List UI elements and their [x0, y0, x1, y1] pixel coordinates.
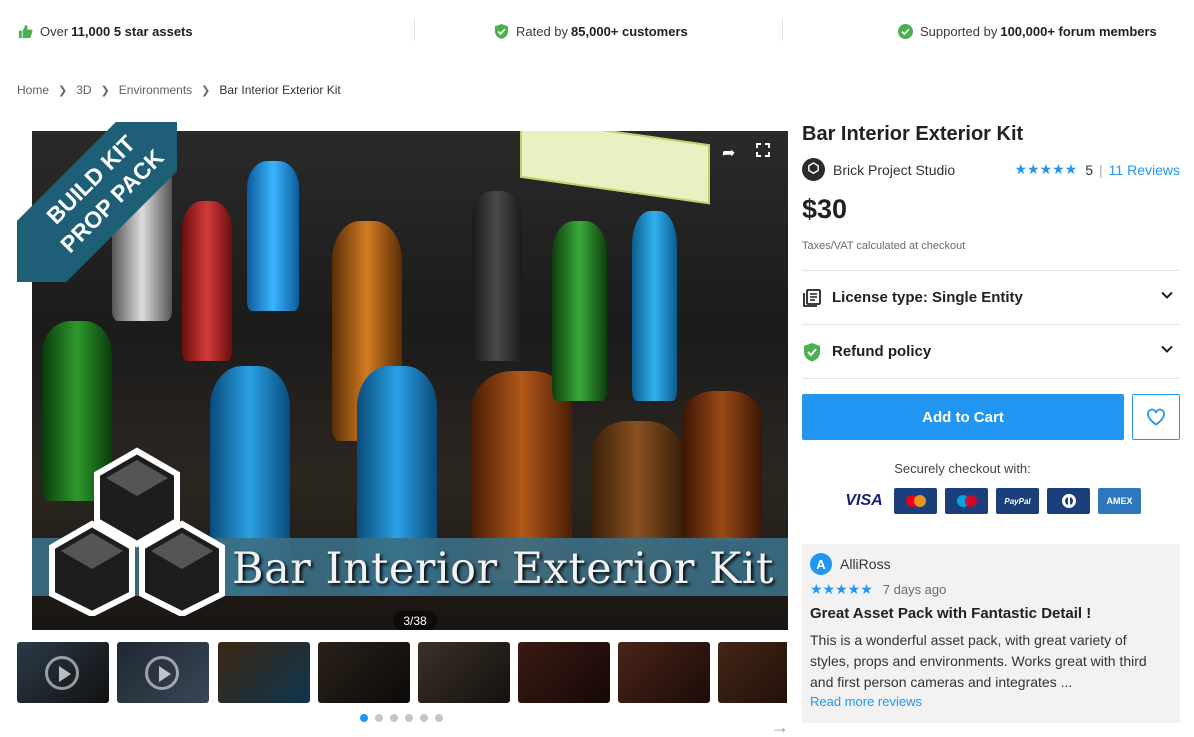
trust-prefix: Supported by [920, 23, 998, 39]
product-media-viewer[interactable]: Bar Interior Exterior Kit 3/38 ➦ BUILD K… [17, 122, 788, 632]
carousel-dot[interactable] [375, 714, 383, 722]
play-icon [145, 656, 179, 690]
rating-score: 5 [1085, 161, 1094, 178]
thumbnail-image[interactable] [318, 642, 410, 703]
fullscreen-icon[interactable] [756, 143, 770, 162]
publisher[interactable]: Brick Project Studio [802, 158, 955, 181]
diners-club-icon [1047, 488, 1090, 514]
breadcrumb-current: Bar Interior Exterior Kit [219, 83, 341, 97]
play-icon [45, 656, 79, 690]
read-more-reviews-link[interactable]: Read more reviews [810, 694, 922, 709]
tax-note: Taxes/VAT calculated at checkout [802, 240, 966, 252]
review-author: AlliRoss [840, 556, 891, 572]
ribbon-line2: PROP PACK [55, 144, 169, 258]
breadcrumb-environments[interactable]: Environments [119, 83, 192, 97]
shield-check-icon [494, 23, 509, 39]
trust-item-rated: Rated by 85,000+ customers [494, 22, 691, 40]
license-accordion[interactable]: License type: Single Entity [802, 270, 1180, 324]
trust-bar: Over 11,000 5 star assets Rated by 85,00… [0, 0, 1194, 62]
chevron-down-icon[interactable] [1160, 288, 1174, 302]
trust-item-supported: Supported by 100,000+ forum members [898, 22, 1160, 40]
chevron-down-icon[interactable] [1160, 342, 1174, 356]
divider: | [1099, 161, 1103, 178]
avatar: A [810, 553, 832, 575]
breadcrumb: Home ❯ 3D ❯ Environments ❯ Bar Interior … [17, 83, 341, 97]
bottle-graphic [247, 161, 299, 311]
carousel-dot[interactable] [360, 714, 368, 722]
bottle-graphic [182, 201, 232, 361]
price: $30 [802, 194, 848, 224]
wishlist-button[interactable] [1132, 394, 1180, 440]
chevron-right-icon: ❯ [100, 84, 110, 97]
image-counter: 3/38 [393, 611, 437, 630]
secure-checkout-label: Securely checkout with: [894, 461, 1031, 476]
thumbnail-image[interactable] [718, 642, 787, 703]
carousel-dot[interactable] [420, 714, 428, 722]
reviews-link[interactable]: 11 Reviews [1109, 162, 1180, 178]
license-icon [803, 288, 821, 307]
thumbnail-image[interactable] [218, 642, 310, 703]
payment-methods: VISA PayPal AMEX [842, 488, 1141, 514]
ribbon-badge: BUILD KIT PROP PACK [17, 122, 177, 282]
star-rating-icon: ★★★★★ [1014, 161, 1078, 177]
maestro-icon [945, 488, 988, 514]
trust-bold: 100,000+ forum members [1000, 23, 1157, 39]
review-title: Great Asset Pack with Fantastic Detail ! [810, 605, 1092, 622]
cube-logo [49, 447, 225, 616]
divider [802, 378, 1180, 379]
check-circle-icon [898, 23, 913, 39]
product-title: Bar Interior Exterior Kit [802, 123, 1024, 145]
divider [782, 19, 783, 41]
breadcrumb-3d[interactable]: 3D [76, 83, 91, 97]
visa-icon: VISA [845, 492, 883, 509]
carousel-dots [360, 714, 443, 722]
license-label: License type: Single Entity [832, 289, 1023, 306]
thumbnail-image[interactable] [518, 642, 610, 703]
thumbnail-image[interactable] [618, 642, 710, 703]
carousel-dot[interactable] [405, 714, 413, 722]
amex-icon: AMEX [1098, 488, 1141, 514]
trust-prefix: Rated by [516, 23, 569, 39]
share-icon[interactable]: ➦ [722, 143, 735, 163]
heart-icon [1147, 408, 1165, 426]
thumbnail-image[interactable] [418, 642, 510, 703]
arrow-right-icon[interactable]: → [771, 718, 789, 736]
shield-check-icon [804, 342, 820, 361]
trust-bold: 85,000+ customers [571, 23, 688, 39]
rating: ★★★★★ 5 | 11 Reviews [1014, 161, 1180, 178]
thumbnail-video[interactable] [117, 642, 209, 703]
thumbnail-strip [17, 642, 787, 703]
paypal-icon: PayPal [996, 488, 1039, 514]
thumbs-up-icon [18, 24, 33, 38]
bottle-graphic [552, 221, 607, 401]
chevron-right-icon: ❯ [201, 84, 211, 97]
star-rating-icon: ★★★★★ [810, 580, 873, 597]
refund-label: Refund policy [832, 343, 932, 360]
add-to-cart-button[interactable]: Add to Cart [802, 394, 1124, 440]
thumbnail-video[interactable] [17, 642, 109, 703]
carousel-dot[interactable] [435, 714, 443, 722]
publisher-name[interactable]: Brick Project Studio [833, 162, 955, 178]
review-time: 7 days ago [882, 581, 947, 597]
carousel-dot[interactable] [390, 714, 398, 722]
chevron-right-icon: ❯ [58, 84, 68, 97]
bottle-graphic [472, 191, 522, 361]
publisher-logo [802, 158, 825, 181]
review-body: This is a wonderful asset pack, with gre… [810, 632, 1147, 690]
trust-item-assets: Over 11,000 5 star assets [18, 22, 196, 40]
divider [414, 19, 415, 41]
bottle-graphic [632, 211, 677, 401]
review-card: A AlliRoss ★★★★★ 7 days ago Great Asset … [802, 544, 1180, 723]
mastercard-icon [894, 488, 937, 514]
overlay-title: Bar Interior Exterior Kit [232, 544, 774, 594]
trust-bold: 11,000 5 star assets [71, 23, 193, 39]
breadcrumb-home[interactable]: Home [17, 83, 49, 97]
refund-accordion[interactable]: Refund policy [802, 324, 1180, 378]
trust-prefix: Over [40, 23, 69, 39]
bottle-graphic [682, 391, 762, 541]
